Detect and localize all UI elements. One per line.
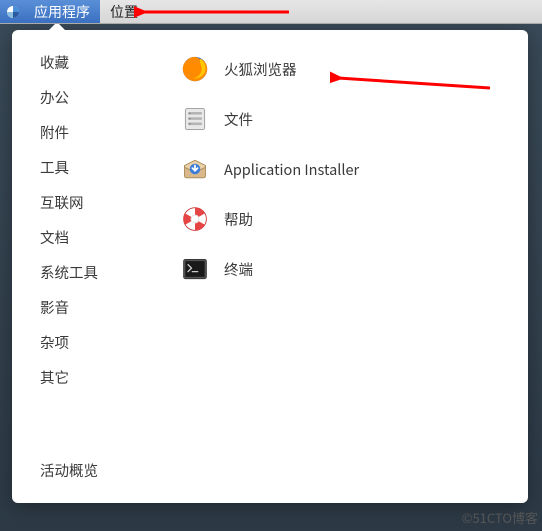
app-terminal[interactable]: 终端 <box>180 252 518 286</box>
sidebar-item-tools[interactable]: 工具 <box>40 157 172 178</box>
menu-places[interactable]: 位置 <box>100 0 148 23</box>
applications-popup: 收藏 办公 附件 工具 互联网 文档 系统工具 影音 杂项 其它 <box>12 30 528 503</box>
popup-body: 收藏 办公 附件 工具 互联网 文档 系统工具 影音 杂项 其它 <box>12 30 528 446</box>
sidebar-item-office[interactable]: 办公 <box>40 87 172 108</box>
sidebar-item-other[interactable]: 其它 <box>40 367 172 388</box>
app-label: 火狐浏览器 <box>224 59 297 80</box>
sidebar-item-accessories[interactable]: 附件 <box>40 122 172 143</box>
os-icon-wrap <box>0 0 24 23</box>
app-label: 文件 <box>224 109 253 130</box>
app-label: 帮助 <box>224 209 253 230</box>
category-sidebar: 收藏 办公 附件 工具 互联网 文档 系统工具 影音 杂项 其它 <box>12 52 172 446</box>
sidebar-item-misc[interactable]: 杂项 <box>40 332 172 353</box>
desktop: 收藏 办公 附件 工具 互联网 文档 系统工具 影音 杂项 其它 <box>0 24 542 531</box>
menu-applications[interactable]: 应用程序 <box>24 0 100 23</box>
app-label: Application Installer <box>224 159 359 180</box>
app-installer-icon <box>180 154 210 184</box>
popup-footer: 活动概览 <box>12 446 528 503</box>
sidebar-item-system-tools[interactable]: 系统工具 <box>40 262 172 283</box>
application-list: 火狐浏览器 文件 <box>172 52 528 446</box>
terminal-icon <box>180 254 210 284</box>
app-label: 终端 <box>224 259 253 280</box>
menu-places-label: 位置 <box>110 2 138 22</box>
watermark: ©51CTO博客 <box>462 508 538 527</box>
sidebar-item-favorites[interactable]: 收藏 <box>40 52 172 73</box>
activities-overview[interactable]: 活动概览 <box>40 460 500 481</box>
app-firefox[interactable]: 火狐浏览器 <box>180 52 518 86</box>
files-icon <box>180 104 210 134</box>
app-installer[interactable]: Application Installer <box>180 152 518 186</box>
app-help[interactable]: 帮助 <box>180 202 518 236</box>
menu-applications-label: 应用程序 <box>34 2 90 22</box>
os-icon <box>6 5 20 19</box>
menubar: 应用程序 位置 <box>0 0 542 24</box>
app-files[interactable]: 文件 <box>180 102 518 136</box>
help-icon <box>180 204 210 234</box>
sidebar-item-internet[interactable]: 互联网 <box>40 192 172 213</box>
sidebar-item-media[interactable]: 影音 <box>40 297 172 318</box>
sidebar-item-documents[interactable]: 文档 <box>40 227 172 248</box>
firefox-icon <box>180 54 210 84</box>
